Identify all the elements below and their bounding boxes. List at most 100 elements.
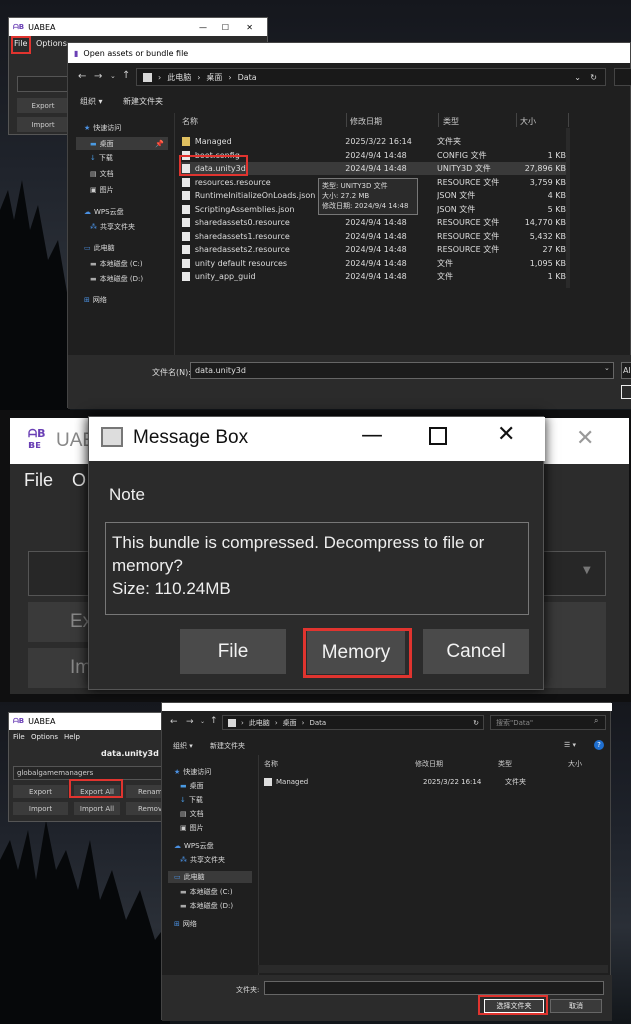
breadcrumb-data[interactable]: Data <box>309 719 326 727</box>
filename-dropdown-icon[interactable]: ⌄ <box>604 364 610 372</box>
breadcrumb-pc[interactable]: 此电脑 <box>249 718 270 728</box>
nav-desktop[interactable]: ▬ 桌面 <box>180 781 204 791</box>
nav-desktop[interactable]: ▬ 桌面 📌 <box>76 137 168 150</box>
close-icon[interactable]: ✕ <box>497 422 515 447</box>
recent-dropdown-icon[interactable]: ⌄ <box>110 72 116 80</box>
address-bar[interactable]: › 此电脑 › 桌面 › Data ⌄ ↻ <box>136 68 606 86</box>
import-all-button[interactable]: Import All <box>74 802 120 815</box>
col-header-date[interactable]: 修改日期 <box>350 116 382 127</box>
nav-quick-access[interactable]: ★ 快速访问 <box>84 123 121 133</box>
nav-downloads[interactable]: ↓ 下载 <box>180 795 203 805</box>
search-input[interactable]: 搜索"Data" <box>490 715 606 730</box>
col-header-size[interactable]: 大小 <box>520 116 536 127</box>
nav-documents[interactable]: ▤ 文档 <box>90 169 114 179</box>
filetype-select[interactable]: Al <box>621 362 631 379</box>
col-header-size[interactable]: 大小 <box>568 759 582 769</box>
nav-pictures[interactable]: ▣ 图片 <box>90 185 114 195</box>
nav-drive-c[interactable]: ▬ 本地磁盘 (C:) <box>90 259 143 269</box>
new-folder-button[interactable]: 新建文件夹 <box>210 741 245 751</box>
nav-pictures[interactable]: ▣ 图片 <box>180 823 204 833</box>
file-row[interactable]: sharedassets2.resource 2024/9/4 14:48 RESO… <box>180 243 566 256</box>
asset-dropdown[interactable]: globalgamemanagers <box>13 766 165 780</box>
recent-dropdown-icon[interactable]: ⌄ <box>200 718 205 725</box>
col-header-type[interactable]: 类型 <box>498 759 512 769</box>
nav-quick-access[interactable]: ★ 快速访问 <box>174 767 211 777</box>
file-row[interactable]: Managed 2025/3/22 16:14 文件夹 <box>180 135 566 148</box>
nav-network[interactable]: ⊞ 网络 <box>174 919 197 929</box>
menu-file-2[interactable]: File <box>24 470 53 491</box>
back-arrow-icon[interactable]: ← <box>78 71 86 82</box>
address-bar-3[interactable]: › 此电脑 › 桌面 › Data ↻ <box>222 715 484 730</box>
forward-arrow-icon[interactable]: → <box>94 71 102 82</box>
list-item[interactable]: Managed 2025/3/22 16:14 文件夹 <box>264 775 604 788</box>
minimize-icon[interactable]: — <box>199 23 207 32</box>
file-type: 文件 <box>437 272 454 281</box>
nav-wps-cloud[interactable]: ☁ WPS云盘 <box>174 841 214 851</box>
search-box[interactable] <box>614 68 631 86</box>
file-row[interactable]: sharedassets1.resource 2024/9/4 14:48 RESO… <box>180 230 566 243</box>
filename-input[interactable]: data.unity3d <box>190 362 614 379</box>
cancel-button-3[interactable]: 取消 <box>550 999 602 1013</box>
nav-documents[interactable]: ▤ 文档 <box>180 809 204 819</box>
breadcrumb-desktop[interactable]: 桌面 <box>206 72 222 83</box>
nav-downloads[interactable]: ↓ 下载 <box>90 153 113 163</box>
tree-silhouette-1 <box>0 180 70 410</box>
forward-arrow-icon[interactable]: → <box>186 717 194 727</box>
import-button-3[interactable]: Import <box>13 802 68 815</box>
file-row[interactable]: unity_app_guid 2024/9/4 14:48 文件 1 KB <box>180 270 566 283</box>
menu-help-3[interactable]: Help <box>64 733 80 741</box>
nav-drive-d[interactable]: ▬ 本地磁盘 (D:) <box>90 274 143 284</box>
up-arrow-icon[interactable]: ↑ <box>122 70 130 81</box>
maximize-icon[interactable] <box>429 427 447 445</box>
horizontal-scrollbar[interactable] <box>258 965 608 973</box>
dropdown-arrow-icon[interactable]: ▼ <box>583 565 591 576</box>
up-arrow-icon[interactable]: ↑ <box>210 716 218 726</box>
address-dropdown-icon[interactable]: ⌄ <box>574 73 581 82</box>
breadcrumb-data[interactable]: Data <box>238 73 257 82</box>
menu-options[interactable]: Options <box>36 39 67 48</box>
nav-shared-folder[interactable]: ⁂ 共享文件夹 <box>90 222 135 232</box>
organize-menu[interactable]: 组织 ▾ <box>173 741 193 751</box>
close-icon[interactable]: ✕ <box>246 23 253 32</box>
refresh-icon[interactable]: ↻ <box>590 73 597 82</box>
export-button[interactable]: Export <box>17 98 69 113</box>
new-folder-button[interactable]: 新建文件夹 <box>123 96 163 107</box>
refresh-icon[interactable]: ↻ <box>473 719 479 727</box>
import-button[interactable]: Import <box>17 117 69 132</box>
close-icon[interactable]: ✕ <box>576 426 594 451</box>
cancel-button[interactable]: Cancel <box>423 629 529 674</box>
folder-input[interactable] <box>264 981 604 995</box>
nav-wps-cloud[interactable]: ☁ WPS云盘 <box>84 207 124 217</box>
highlight-data-unity3d <box>179 155 248 176</box>
nav-this-pc[interactable]: ▭ 此电脑 <box>84 243 115 253</box>
col-header-date[interactable]: 修改日期 <box>415 759 443 769</box>
right-button-2[interactable] <box>540 602 606 688</box>
help-icon[interactable]: ? <box>594 740 604 750</box>
view-options-icon[interactable]: ☰ ▾ <box>564 741 576 749</box>
back-arrow-icon[interactable]: ← <box>170 717 178 727</box>
file-row[interactable]: sharedassets0.resource 2024/9/4 14:48 RESO… <box>180 216 566 229</box>
breadcrumb-pc[interactable]: 此电脑 <box>167 72 191 83</box>
maximize-icon[interactable]: ☐ <box>222 23 229 32</box>
search-icon[interactable]: ⌕ <box>594 716 598 726</box>
nav-drive-d[interactable]: ▬ 本地磁盘 (D:) <box>180 901 233 911</box>
export-button-3[interactable]: Export <box>13 785 68 798</box>
nav-this-pc[interactable]: ▭ 此电脑 <box>168 871 252 883</box>
breadcrumb-desktop[interactable]: 桌面 <box>283 718 297 728</box>
file-button[interactable]: File <box>180 629 286 674</box>
col-header-name[interactable]: 名称 <box>182 116 198 127</box>
minimize-icon[interactable]: — <box>361 423 383 448</box>
menu-file-3[interactable]: File <box>13 733 25 741</box>
open-button[interactable] <box>621 385 631 399</box>
file-row[interactable]: unity default resources 2024/9/4 14:48 文件 1… <box>180 257 566 270</box>
col-header-name[interactable]: 名称 <box>264 759 278 769</box>
col-header-type[interactable]: 类型 <box>443 116 459 127</box>
nav-shared-folder[interactable]: ⁂ 共享文件夹 <box>180 855 225 865</box>
menu-options-2[interactable]: O <box>72 470 86 491</box>
nav-network[interactable]: ⊞ 网络 <box>84 295 107 305</box>
nav-drive-c[interactable]: ▬ 本地磁盘 (C:) <box>180 887 233 897</box>
menu-options-3[interactable]: Options <box>31 733 58 741</box>
bundle-dropdown[interactable] <box>17 76 69 92</box>
vertical-scrollbar[interactable] <box>566 128 570 288</box>
organize-menu[interactable]: 组织 ▾ <box>80 96 103 107</box>
